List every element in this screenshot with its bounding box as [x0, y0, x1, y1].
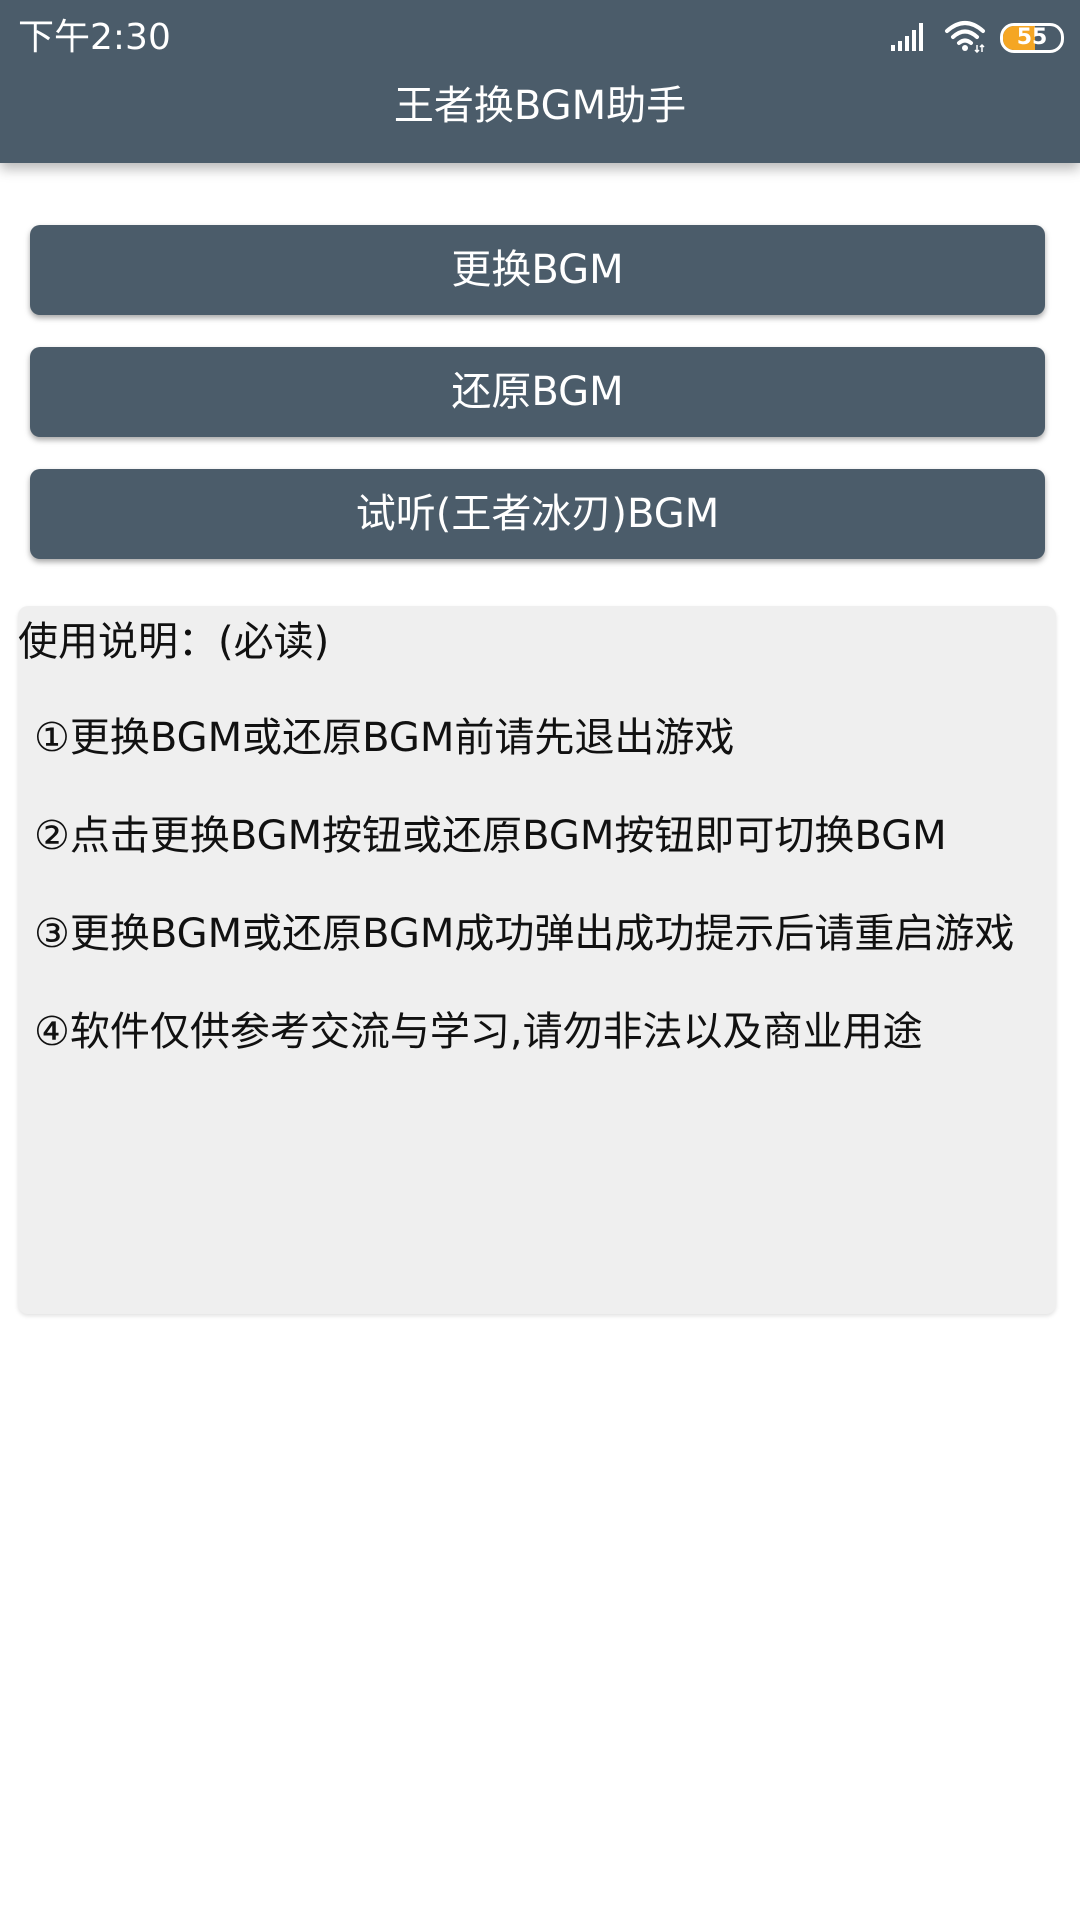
instruction-item: ①更换BGM或还原BGM前请先退出游戏	[34, 715, 735, 761]
instruction-item: ③更换BGM或还原BGM成功弹出成功提示后请重启游戏	[34, 911, 1015, 957]
instructions-title: 使用说明：(必读)	[18, 619, 330, 665]
signal-icon	[890, 21, 930, 55]
app-bar: 下午2:30 55 王者换BGM助手	[0, 0, 1080, 163]
instructions-panel: 使用说明：(必读) ①更换BGM或还原BGM前请先退出游戏 ②点击更换BGM按钮…	[18, 606, 1056, 1314]
app-title: 王者换BGM助手	[393, 83, 687, 129]
preview-bgm-button[interactable]: 试听(王者冰刃)BGM	[30, 469, 1045, 559]
instruction-item: ④软件仅供参考交流与学习,请勿非法以及商业用途	[34, 1009, 923, 1055]
status-time: 下午2:30	[18, 17, 171, 58]
wifi-icon	[944, 19, 986, 57]
replace-bgm-button[interactable]: 更换BGM	[30, 225, 1045, 315]
battery-level: 55	[1016, 25, 1048, 50]
status-bar: 下午2:30 55	[0, 0, 1080, 76]
instruction-item: ②点击更换BGM按钮或还原BGM按钮即可切换BGM	[34, 813, 947, 859]
restore-bgm-button[interactable]: 还原BGM	[30, 347, 1045, 437]
status-icons: 55	[890, 18, 1064, 58]
battery-icon: 55	[1000, 23, 1064, 53]
